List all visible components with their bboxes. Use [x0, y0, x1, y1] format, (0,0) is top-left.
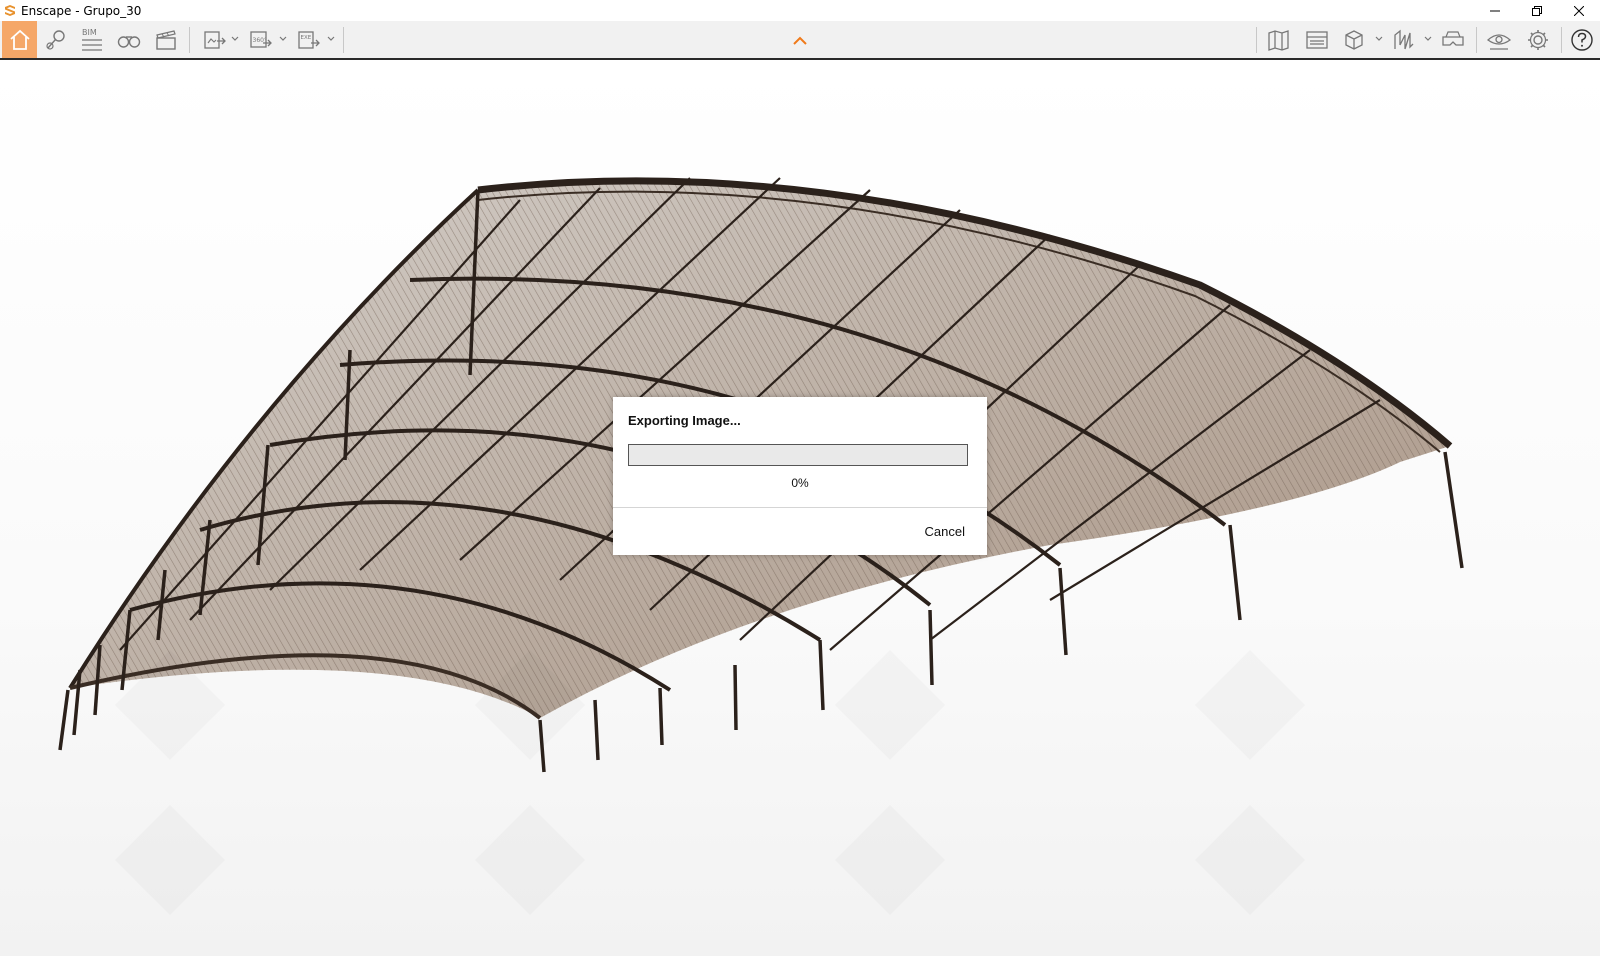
cancel-button[interactable]: Cancel — [925, 524, 965, 539]
enscape-toolbar: BIM 360° EXE — [0, 21, 1600, 60]
bim-button[interactable]: BIM — [75, 21, 109, 58]
dialog-title: Exporting Image... — [628, 413, 741, 428]
enscape-logo-icon — [5, 4, 15, 16]
export-progress-dialog: Exporting Image... 0% Cancel — [613, 397, 987, 555]
toolbar-collapse-toggle[interactable] — [783, 31, 817, 51]
chevron-down-icon — [1424, 36, 1432, 41]
map-button[interactable] — [1262, 21, 1296, 58]
asset-library-button[interactable] — [1300, 21, 1334, 58]
toolbar-separator — [1476, 27, 1477, 53]
svg-text:BIM: BIM — [82, 28, 97, 37]
chevron-up-icon — [793, 36, 807, 45]
settings-button[interactable] — [1521, 21, 1555, 58]
close-icon — [1574, 5, 1584, 16]
location-button[interactable] — [39, 21, 73, 58]
export-exe-button[interactable]: EXE — [292, 21, 326, 58]
title-bar: Enscape - Grupo_30 — [0, 0, 1600, 21]
asset-library-icon — [1306, 30, 1328, 49]
map-icon — [1268, 29, 1289, 51]
chevron-down-icon — [327, 36, 335, 41]
video-button[interactable] — [149, 21, 183, 58]
close-button[interactable] — [1558, 0, 1600, 21]
section-button[interactable] — [1387, 21, 1421, 58]
chevron-down-icon — [279, 36, 287, 41]
toolbar-separator — [189, 27, 190, 53]
export-panorama-button[interactable]: 360° — [244, 21, 278, 58]
window-title: Enscape - Grupo_30 — [21, 3, 142, 18]
help-icon — [1571, 28, 1593, 51]
view-mode-button[interactable] — [1337, 21, 1371, 58]
section-icon — [1394, 29, 1414, 49]
vr-headset-icon — [1442, 30, 1464, 46]
bim-icon: BIM — [82, 28, 102, 51]
restore-button[interactable] — [1516, 0, 1558, 21]
gear-icon — [1528, 29, 1548, 50]
chevron-down-icon — [1375, 36, 1383, 41]
export-panorama-dropdown[interactable] — [278, 33, 288, 45]
view-mode-dropdown[interactable] — [1374, 33, 1384, 45]
export-image-dropdown[interactable] — [230, 33, 240, 45]
window-controls — [1474, 0, 1600, 21]
export-image-button[interactable] — [198, 21, 232, 58]
map-pin-icon — [46, 29, 65, 50]
eye-icon — [1486, 33, 1512, 50]
toolbar-separator — [343, 27, 344, 53]
cube-icon — [1345, 29, 1363, 50]
dialog-divider — [613, 507, 987, 508]
svg-text:EXE: EXE — [301, 35, 312, 41]
minimize-icon — [1490, 10, 1500, 11]
export-progress-bar — [628, 444, 968, 466]
export-image-icon — [204, 30, 226, 49]
clapperboard-icon — [156, 29, 176, 50]
toolbar-separator — [1561, 27, 1562, 53]
views-button[interactable] — [112, 21, 146, 58]
restore-icon — [1532, 5, 1542, 16]
home-icon — [9, 29, 30, 50]
progress-percent: 0% — [791, 476, 809, 490]
minimize-button[interactable] — [1474, 0, 1516, 21]
home-button[interactable] — [2, 21, 37, 58]
export-exe-dropdown[interactable] — [326, 33, 336, 45]
section-dropdown[interactable] — [1423, 33, 1433, 45]
visual-settings-button[interactable] — [1482, 21, 1516, 58]
export-exe-icon: EXE — [298, 30, 320, 49]
binoculars-icon — [117, 35, 141, 48]
toolbar-separator — [1256, 27, 1257, 53]
help-button[interactable] — [1565, 21, 1599, 58]
panorama-360-icon: 360° — [250, 30, 272, 48]
chevron-down-icon — [231, 36, 239, 41]
vr-button[interactable] — [1436, 21, 1470, 58]
